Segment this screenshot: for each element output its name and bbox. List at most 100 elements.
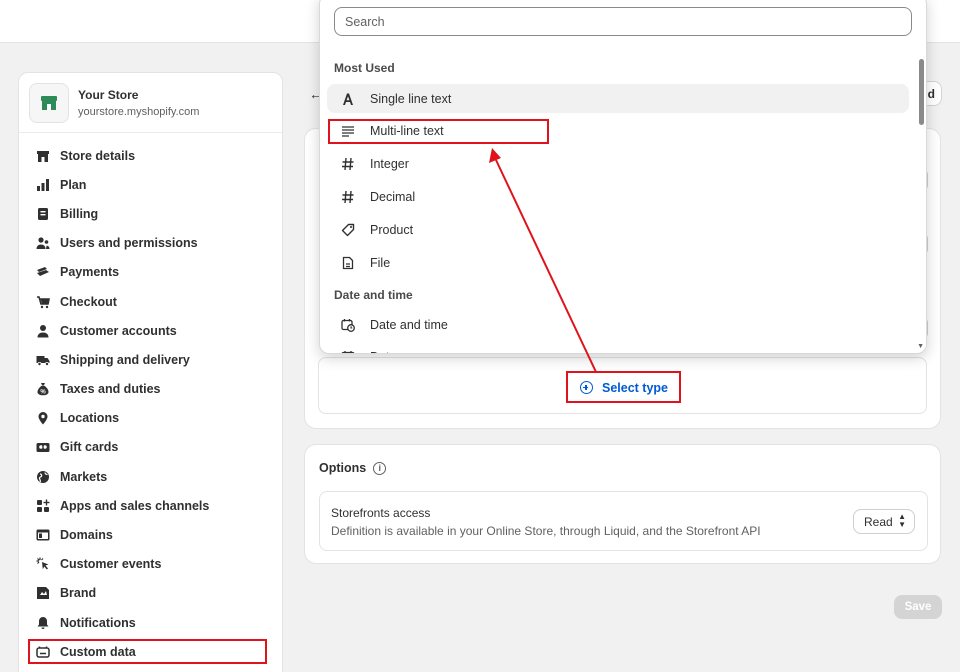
- dropdown-scrollbar[interactable]: [919, 59, 924, 125]
- store-header[interactable]: Your Store yourstore.myshopify.com: [19, 73, 282, 133]
- store-logo-icon: [29, 82, 69, 123]
- storefront-access-title: Storefronts access: [331, 506, 431, 520]
- apps-icon: [35, 498, 51, 514]
- options-heading: Options i: [319, 461, 387, 475]
- select-type-button[interactable]: Select type: [570, 375, 678, 400]
- sidebar-item-label: Taxes and duties: [60, 382, 161, 397]
- save-button[interactable]: Save: [894, 595, 942, 619]
- file-icon: [340, 255, 356, 271]
- settings-nav: Store details Plan Billing Users and permis…: [19, 133, 282, 666]
- section-most-used: Most Used: [334, 61, 395, 75]
- sidebar-item-checkout[interactable]: Checkout: [19, 287, 282, 316]
- storefront-access-description: Definition is available in your Online S…: [331, 524, 761, 538]
- type-option-label: Date and time: [370, 317, 448, 332]
- store-icon: [35, 148, 51, 164]
- access-select-value: Read: [864, 514, 893, 529]
- sidebar-item-label: Apps and sales channels: [60, 498, 210, 513]
- sidebar-item-label: Payments: [60, 265, 120, 280]
- tax-icon: %: [35, 381, 51, 397]
- access-select[interactable]: Read ▲ ▼: [853, 509, 915, 534]
- sidebar-item-label: Plan: [60, 177, 87, 192]
- sidebar-item-customer-accounts[interactable]: Customer accounts: [19, 316, 282, 345]
- multiline-icon: [340, 123, 356, 139]
- sidebar-item-label: Billing: [60, 206, 99, 221]
- sidebar-item-label: Custom data: [60, 644, 136, 659]
- sidebar-item-label: Users and permissions: [60, 236, 198, 251]
- brand-icon: [35, 585, 51, 601]
- sidebar-item-apps-and-sales-channels[interactable]: Apps and sales channels: [19, 491, 282, 520]
- plan-icon: [35, 177, 51, 193]
- person-icon: [35, 323, 51, 339]
- sidebar-item-label: Locations: [60, 411, 120, 426]
- sidebar-item-notifications[interactable]: Notifications: [19, 608, 282, 637]
- custom-data-icon: [35, 644, 51, 660]
- sidebar-item-locations[interactable]: Locations: [19, 404, 282, 433]
- type-dropdown: Search Most Used Single line text Multi-l…: [319, 0, 927, 354]
- sidebar-item-label: Store details: [60, 148, 136, 163]
- type-search-input[interactable]: Search: [334, 7, 912, 36]
- sidebar-item-label: Brand: [60, 586, 97, 601]
- type-option-integer[interactable]: Integer: [327, 150, 909, 179]
- sidebar-item-store-details[interactable]: Store details: [19, 141, 282, 170]
- billing-icon: [35, 206, 51, 222]
- storefront-access-row: Storefronts access Definition is availab…: [319, 491, 928, 551]
- sidebar-item-label: Shipping and delivery: [60, 352, 190, 367]
- plus-circle-icon: [579, 381, 593, 394]
- calendar-clock-icon: [340, 317, 356, 333]
- select-chevron-icon: ▲ ▼: [898, 512, 906, 529]
- type-option-label: Single line text: [370, 91, 452, 106]
- sidebar-item-brand[interactable]: Brand: [19, 579, 282, 608]
- info-icon[interactable]: i: [373, 461, 387, 475]
- sidebar-item-markets[interactable]: Markets: [19, 462, 282, 491]
- users-icon: [35, 235, 51, 251]
- sidebar-item-payments[interactable]: Payments: [19, 258, 282, 287]
- hash-icon: [340, 189, 356, 205]
- bell-icon: [35, 615, 51, 631]
- truck-icon: [35, 352, 51, 368]
- select-type-label: Select type: [601, 380, 668, 395]
- section-date-time: Date and time: [334, 288, 413, 302]
- type-option-label: Date: [370, 350, 396, 353]
- scroll-down-arrow-icon[interactable]: ▼: [917, 343, 924, 350]
- sidebar-item-custom-data[interactable]: Custom data: [19, 637, 282, 666]
- type-option-label: Decimal: [370, 189, 416, 204]
- tag-icon: [340, 222, 356, 238]
- type-option-decimal[interactable]: Decimal: [327, 182, 909, 211]
- settings-sidebar: Your Store yourstore.myshopify.com Store…: [18, 72, 283, 672]
- type-option-label: Integer: [370, 157, 409, 172]
- sidebar-item-label: Markets: [60, 469, 108, 484]
- type-option-date-and-time[interactable]: Date and time: [327, 310, 909, 339]
- sidebar-item-label: Customer events: [60, 557, 162, 572]
- options-card: Options i Storefronts access Definition …: [304, 444, 941, 564]
- sidebar-item-label: Customer accounts: [60, 323, 177, 338]
- payments-icon: [35, 264, 51, 280]
- type-option-multi-line-text[interactable]: Multi-line text: [327, 117, 909, 146]
- sidebar-item-users-and-permissions[interactable]: Users and permissions: [19, 229, 282, 258]
- text-a-icon: [340, 91, 356, 107]
- sidebar-item-gift-cards[interactable]: Gift cards: [19, 433, 282, 462]
- sidebar-item-label: Domains: [60, 528, 113, 543]
- sidebar-item-label: Notifications: [60, 615, 136, 630]
- type-option-date[interactable]: Date: [327, 343, 909, 353]
- type-option-file[interactable]: File: [327, 248, 909, 277]
- sidebar-item-plan[interactable]: Plan: [19, 170, 282, 199]
- sidebar-item-domains[interactable]: Domains: [19, 520, 282, 549]
- sidebar-item-billing[interactable]: Billing: [19, 199, 282, 228]
- svg-text:%: %: [40, 390, 46, 396]
- type-option-single-line-text[interactable]: Single line text: [327, 84, 909, 113]
- cursor-icon: [35, 556, 51, 572]
- type-option-label: Multi-line text: [370, 124, 444, 139]
- type-option-product[interactable]: Product: [327, 215, 909, 244]
- type-option-label: File: [370, 255, 391, 270]
- sidebar-item-customer-events[interactable]: Customer events: [19, 550, 282, 579]
- gift-card-icon: [35, 439, 51, 455]
- sidebar-item-label: Gift cards: [60, 440, 119, 455]
- location-icon: [35, 410, 51, 426]
- globe-icon: [35, 469, 51, 485]
- store-name: Your Store: [78, 87, 139, 102]
- sidebar-item-shipping-and-delivery[interactable]: Shipping and delivery: [19, 345, 282, 374]
- calendar-icon: [340, 349, 356, 353]
- type-option-label: Product: [370, 222, 414, 237]
- sidebar-item-taxes-and-duties[interactable]: % Taxes and duties: [19, 375, 282, 404]
- cart-icon: [35, 294, 51, 310]
